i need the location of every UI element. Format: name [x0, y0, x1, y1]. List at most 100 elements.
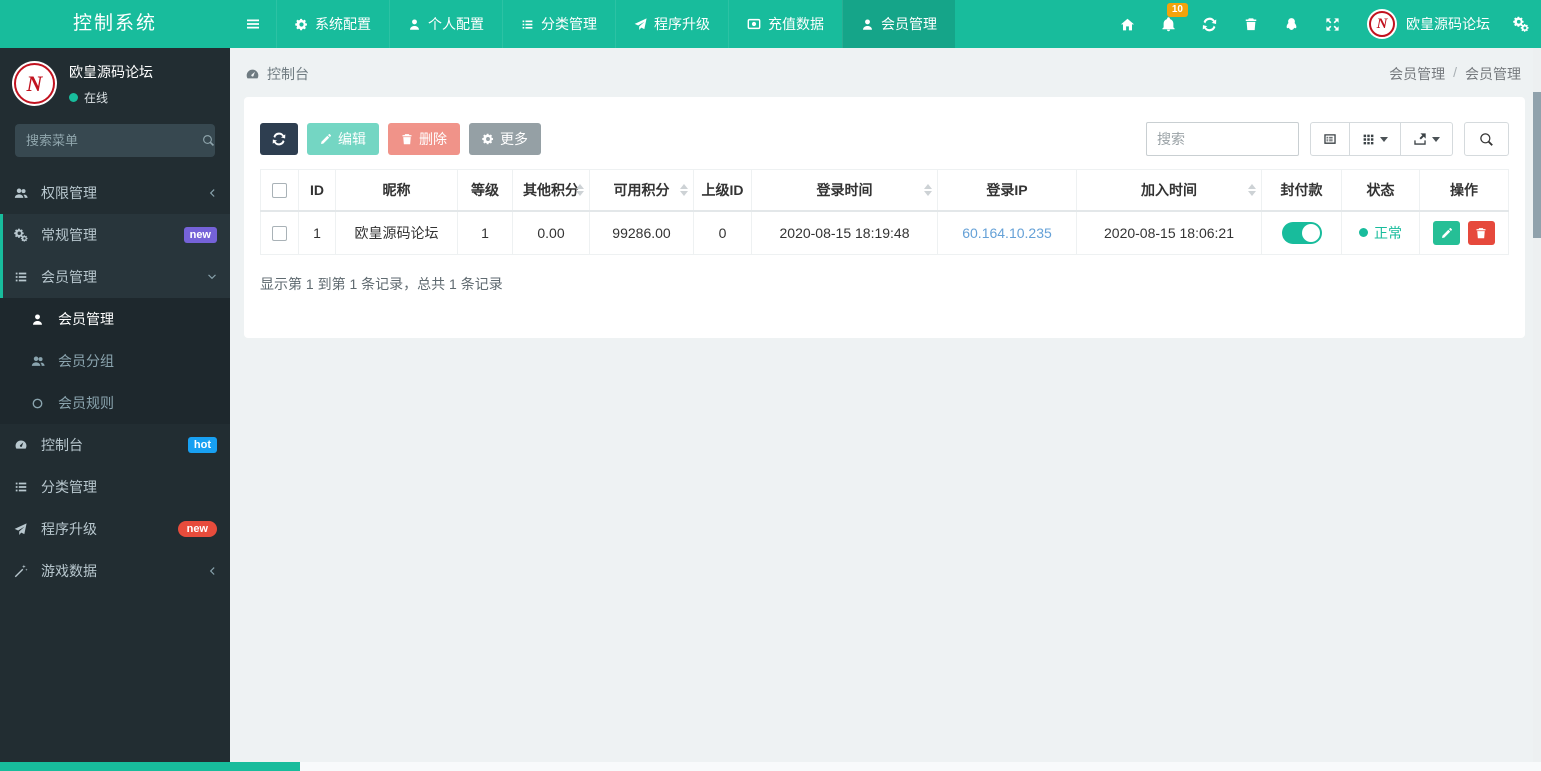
- login-ip-link[interactable]: 60.164.10.235: [962, 225, 1052, 241]
- tab-category-manage[interactable]: 分类管理: [502, 0, 615, 48]
- chevron-left-icon: [207, 188, 217, 198]
- vertical-scrollbar-thumb[interactable]: [1533, 92, 1541, 238]
- settings-button[interactable]: [1500, 0, 1541, 48]
- status-dot-icon: [1359, 228, 1368, 238]
- columns-button[interactable]: [1350, 122, 1401, 156]
- qq-button[interactable]: [1271, 0, 1312, 48]
- clear-cache-button[interactable]: [1230, 0, 1271, 48]
- sidebar-search: [15, 124, 215, 157]
- col-id[interactable]: ID: [298, 169, 336, 212]
- sort-toggle[interactable]: [1248, 183, 1256, 196]
- cell-nickname: 欧皇源码论坛: [335, 210, 458, 255]
- submenu-item-member-group[interactable]: 会员分组: [0, 340, 230, 382]
- user-icon: [31, 313, 58, 326]
- breadcrumb-console[interactable]: 控制台: [267, 64, 309, 84]
- vertical-scrollbar[interactable]: [1533, 48, 1541, 762]
- sidebar-menu: 权限管理 常规管理 new 会员管理 会员管理 会员分组 会员规则 控制台 ho…: [0, 172, 230, 592]
- cell-other-points: 0.00: [512, 210, 590, 255]
- tab-personal-config[interactable]: 个人配置: [389, 0, 502, 48]
- horizontal-scrollbar-thumb[interactable]: [0, 762, 300, 771]
- refresh-button[interactable]: [1189, 0, 1230, 48]
- sidebar-item-category[interactable]: 分类管理: [0, 466, 230, 508]
- sidebar-search-input[interactable]: [26, 133, 202, 148]
- row-edit-button[interactable]: [1433, 220, 1461, 245]
- sidebar-item-general[interactable]: 常规管理 new: [0, 214, 230, 256]
- col-nickname[interactable]: 昵称: [335, 169, 458, 212]
- cell-available-points: 99286.00: [589, 210, 694, 255]
- edit-button[interactable]: 编辑: [307, 123, 379, 155]
- breadcrumb-right: 会员管理 / 会员管理: [1389, 64, 1521, 84]
- topbar-right-icons: 10 N 欧皇源码论坛: [1107, 0, 1541, 48]
- col-other-points[interactable]: 其他积分: [512, 169, 590, 212]
- detail-view-button[interactable]: [1310, 122, 1350, 156]
- sidebar-item-permissions[interactable]: 权限管理: [0, 172, 230, 214]
- topbar-user-menu[interactable]: N 欧皇源码论坛: [1353, 9, 1500, 39]
- fullscreen-icon: [1325, 17, 1340, 32]
- col-parent-id[interactable]: 上级ID: [693, 169, 752, 212]
- table-row: 1 欧皇源码论坛 1 0.00 99286.00 0 2020-08-15 18…: [260, 210, 1509, 255]
- avatar: N: [1367, 9, 1397, 39]
- view-button-group: [1310, 122, 1453, 156]
- block-payment-toggle[interactable]: [1281, 221, 1322, 244]
- tab-member-manage[interactable]: 会员管理: [842, 0, 955, 48]
- col-login-ip[interactable]: 登录IP: [937, 169, 1077, 212]
- search-toggle-button[interactable]: [1464, 122, 1509, 156]
- submenu-item-member-manage[interactable]: 会员管理: [0, 298, 230, 340]
- home-button[interactable]: [1107, 0, 1148, 48]
- sidebar-submenu-member: 会员管理 会员分组 会员规则: [0, 298, 230, 424]
- sort-toggle[interactable]: [680, 183, 688, 196]
- select-all-checkbox[interactable]: [272, 183, 287, 199]
- horizontal-scrollbar[interactable]: [0, 762, 1541, 771]
- notifications-button[interactable]: 10: [1148, 0, 1189, 48]
- col-level[interactable]: 等级: [457, 169, 513, 212]
- sidebar-item-console[interactable]: 控制台 hot: [0, 424, 230, 466]
- col-join-time[interactable]: 加入时间: [1076, 169, 1262, 212]
- tab-label: 充值数据: [768, 16, 824, 32]
- breadcrumb-separator: /: [1453, 64, 1457, 80]
- member-table-panel: 编辑 删除 更多 搜索 ID 昵称 等级 其他积分 可用积分 上级ID 登录时间…: [244, 97, 1525, 338]
- sort-toggle[interactable]: [924, 183, 932, 196]
- col-block-payment[interactable]: 封付款: [1261, 169, 1342, 212]
- tab-recharge-data[interactable]: 充值数据: [728, 0, 842, 48]
- col-actions[interactable]: 操作: [1419, 169, 1509, 212]
- sidebar-user-status: 在线: [69, 89, 153, 106]
- sidebar-user-panel[interactable]: N 欧皇源码论坛 在线: [0, 48, 230, 116]
- col-status[interactable]: 状态: [1341, 169, 1420, 212]
- top-navbar: 控制系统 系统配置 个人配置 分类管理 程序升级 充值数据 会员管理 10 N …: [0, 0, 1541, 48]
- submenu-item-member-rules[interactable]: 会员规则: [0, 382, 230, 424]
- sidebar-item-upgrade[interactable]: 程序升级 new: [0, 508, 230, 550]
- sidebar-item-member-manage[interactable]: 会员管理: [0, 256, 230, 298]
- fullscreen-button[interactable]: [1312, 0, 1353, 48]
- table-search-input[interactable]: [1146, 122, 1299, 156]
- tab-system-config[interactable]: 系统配置: [276, 0, 389, 48]
- sidebar: N 欧皇源码论坛 在线 权限管理 常规管理 new 会员管理: [0, 48, 230, 762]
- recharge-icon: [747, 17, 761, 31]
- sort-toggle[interactable]: [576, 183, 584, 196]
- badge-new: new: [183, 227, 217, 243]
- tab-program-upgrade[interactable]: 程序升级: [615, 0, 728, 48]
- search-icon[interactable]: [202, 134, 215, 147]
- gears-icon: [14, 228, 41, 242]
- row-checkbox[interactable]: [272, 226, 287, 242]
- row-delete-button[interactable]: [1467, 220, 1495, 245]
- sidebar-toggle-button[interactable]: [230, 0, 276, 48]
- more-button[interactable]: 更多: [469, 123, 541, 155]
- cell-actions: [1419, 210, 1509, 255]
- col-login-time[interactable]: 登录时间: [751, 169, 938, 212]
- sidebar-user-name: 欧皇源码论坛: [69, 63, 153, 80]
- sidebar-item-game-data[interactable]: 游戏数据: [0, 550, 230, 592]
- col-available-points[interactable]: 可用积分: [589, 169, 694, 212]
- home-icon: [1120, 17, 1135, 32]
- caret-down-icon: [1380, 136, 1388, 142]
- export-button[interactable]: [1401, 122, 1453, 156]
- refresh-table-button[interactable]: [260, 123, 298, 155]
- users-icon: [14, 186, 41, 200]
- avatar: N: [12, 61, 57, 106]
- cell-id: 1: [298, 210, 336, 255]
- breadcrumb-parent[interactable]: 会员管理: [1389, 64, 1445, 84]
- cell-parent-id: 0: [693, 210, 752, 255]
- delete-button[interactable]: 删除: [388, 123, 460, 155]
- badge-new-pill: new: [177, 521, 217, 537]
- trash-icon: [1244, 17, 1258, 31]
- refresh-icon: [272, 132, 286, 146]
